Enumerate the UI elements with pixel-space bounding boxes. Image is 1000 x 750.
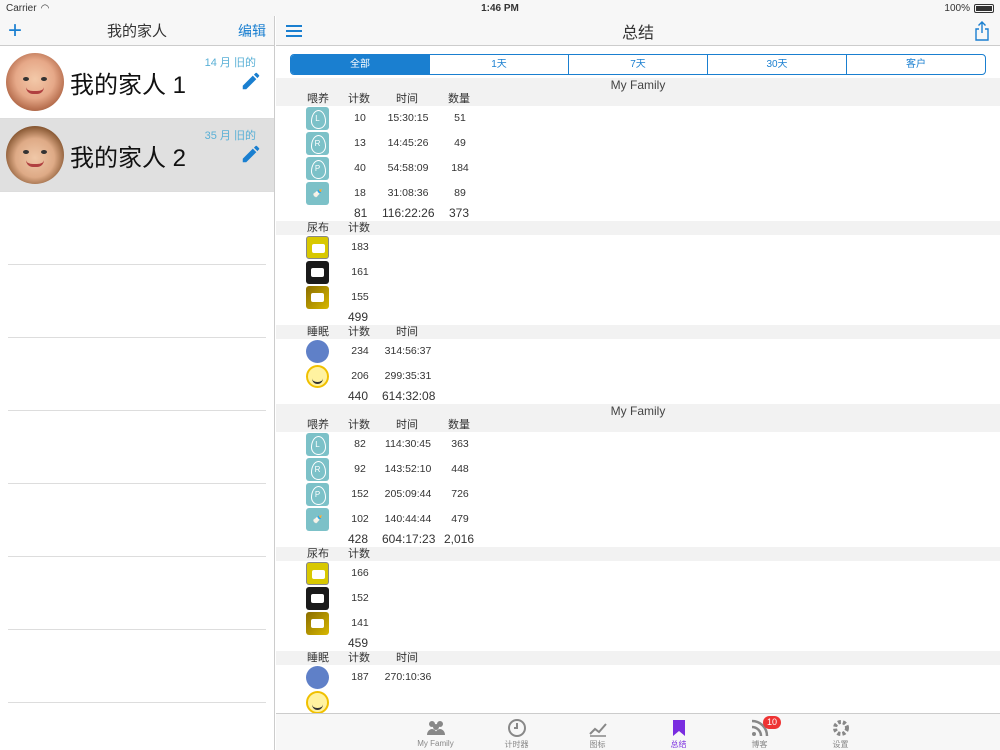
status-bar: Carrier ◠ 1:46 PM 100%	[0, 0, 1000, 16]
family-row-2[interactable]: 我的家人 2 35 月 旧的	[0, 119, 274, 192]
sleeping-face-icon	[306, 340, 329, 363]
family-list-title: 我的家人	[106, 23, 167, 40]
diaper-mixed-icon	[306, 286, 329, 309]
segment-1-day[interactable]: 1天	[430, 55, 569, 74]
sleep-row: 187 270:10:36	[276, 665, 1000, 690]
empty-row	[8, 192, 266, 265]
gear-icon	[832, 720, 849, 736]
family-age: 35 月 旧的	[204, 130, 256, 142]
summary-panel: 总结 全部 1天 7天 30天 客户 My Family 喂养 计数 时间 数量…	[276, 16, 1000, 750]
sleep-row: 234 314:56:37	[276, 339, 1000, 364]
awake-face-icon	[306, 365, 329, 388]
feed-row: 🍼 102 140:44:44 479	[276, 507, 1000, 532]
diaper-dirty-icon	[306, 587, 329, 610]
pencil-icon[interactable]	[240, 143, 262, 165]
tab-charts[interactable]: 图标	[557, 714, 638, 750]
pencil-icon[interactable]	[240, 70, 262, 92]
feed-total: 81 116:22:26 373	[354, 206, 470, 220]
feed-row: R 13 14:45:26 49	[276, 131, 1000, 156]
family-section-title: My Family	[276, 404, 1000, 418]
feed-pump-icon: P	[306, 483, 329, 506]
family-age: 14 月 旧的	[204, 57, 256, 69]
diaper-total: 499	[348, 310, 369, 324]
feed-right-icon: R	[306, 458, 329, 481]
diaper-mixed-icon	[306, 612, 329, 635]
share-icon[interactable]	[974, 20, 990, 41]
tab-blog[interactable]: 10 博客	[719, 714, 800, 750]
bottle-icon: 🍼	[306, 508, 329, 531]
diaper-total: 459	[348, 636, 369, 650]
feed-header: 喂养 计数 时间 数量	[276, 418, 1000, 432]
diaper-row: 183	[276, 235, 1000, 260]
awake-face-icon	[306, 691, 329, 713]
diaper-header: 尿布 计数	[276, 221, 1000, 235]
empty-row	[8, 411, 266, 484]
summary-navbar: 总结	[276, 16, 1000, 46]
feed-left-icon: L	[306, 433, 329, 456]
feed-row: P 40 54:58:09 184	[276, 156, 1000, 181]
tab-settings[interactable]: 设置	[800, 714, 881, 750]
battery-icon	[974, 3, 994, 13]
family-section-title: My Family	[276, 78, 1000, 92]
feed-row: 🍼 18 31:08:36 89	[276, 181, 1000, 206]
bookmark-icon	[672, 720, 685, 736]
diaper-header: 尿布 计数	[276, 547, 1000, 561]
status-time: 1:46 PM	[481, 2, 519, 14]
avatar	[6, 126, 64, 184]
notification-badge: 10	[763, 716, 782, 729]
family-row-1[interactable]: 我的家人 1 14 月 旧的	[0, 46, 274, 119]
family-list-navbar: + 我的家人 编辑	[0, 16, 274, 46]
feed-left-icon: L	[306, 107, 329, 130]
family-name: 我的家人 1	[70, 71, 187, 99]
add-family-button[interactable]: +	[8, 18, 22, 42]
family-icon	[426, 721, 445, 735]
sleep-header: 睡眠 计数 时间	[276, 325, 1000, 339]
diaper-row: 166	[276, 561, 1000, 586]
sleep-row	[276, 690, 1000, 713]
feed-pump-icon: P	[306, 157, 329, 180]
feed-row: R 92 143:52:10 448	[276, 457, 1000, 482]
diaper-row: 152	[276, 586, 1000, 611]
chart-icon	[588, 723, 607, 737]
family-list-panel: + 我的家人 编辑 我的家人 1 14 月 旧的 我的家人 2 35 月 旧的	[0, 16, 275, 750]
avatar	[6, 53, 64, 111]
diaper-dirty-icon	[306, 261, 329, 284]
feed-total: 428 604:17:23 2,016	[348, 532, 475, 546]
diaper-row: 155	[276, 285, 1000, 310]
feed-row: L 10 15:30:15 51	[276, 106, 1000, 131]
feed-right-icon: R	[306, 132, 329, 155]
empty-row	[8, 484, 266, 557]
summary-title: 总结	[621, 24, 654, 42]
tab-my-family[interactable]: My Family	[395, 714, 476, 750]
menu-icon[interactable]	[286, 24, 302, 37]
feed-header: 喂养 计数 时间 数量	[276, 92, 1000, 106]
tab-timer[interactable]: 计时器	[476, 714, 557, 750]
feed-row: P 152 205:09:44 726	[276, 482, 1000, 507]
sleep-row: 206 299:35:31	[276, 364, 1000, 389]
diaper-wet-icon	[306, 562, 329, 585]
empty-row	[8, 265, 266, 338]
summary-content[interactable]: My Family 喂养 计数 时间 数量 L 10 15:30:15 51 R…	[276, 78, 1000, 713]
clock-icon	[507, 719, 526, 737]
feed-row: L 82 114:30:45 363	[276, 432, 1000, 457]
edit-button[interactable]: 编辑	[238, 21, 266, 41]
sleeping-face-icon	[306, 666, 329, 689]
segment-7-days[interactable]: 7天	[569, 55, 708, 74]
segment-custom[interactable]: 客户	[847, 55, 985, 74]
sleep-total: 440 614:32:08	[348, 389, 436, 403]
segment-all[interactable]: 全部	[291, 55, 430, 74]
diaper-wet-icon	[306, 236, 329, 259]
diaper-row: 161	[276, 260, 1000, 285]
sleep-header: 睡眠 计数 时间	[276, 651, 1000, 665]
empty-row	[8, 557, 266, 630]
tab-bar: My Family 计时器 图标 总结 10 博客 设置	[276, 713, 1000, 750]
empty-row	[8, 338, 266, 411]
segment-30-days[interactable]: 30天	[708, 55, 847, 74]
tab-summary[interactable]: 总结	[638, 714, 719, 750]
empty-row	[8, 630, 266, 703]
family-name: 我的家人 2	[70, 144, 187, 172]
bottle-icon: 🍼	[306, 182, 329, 205]
period-segmented-control: 全部 1天 7天 30天 客户	[290, 54, 986, 75]
diaper-row: 141	[276, 611, 1000, 636]
